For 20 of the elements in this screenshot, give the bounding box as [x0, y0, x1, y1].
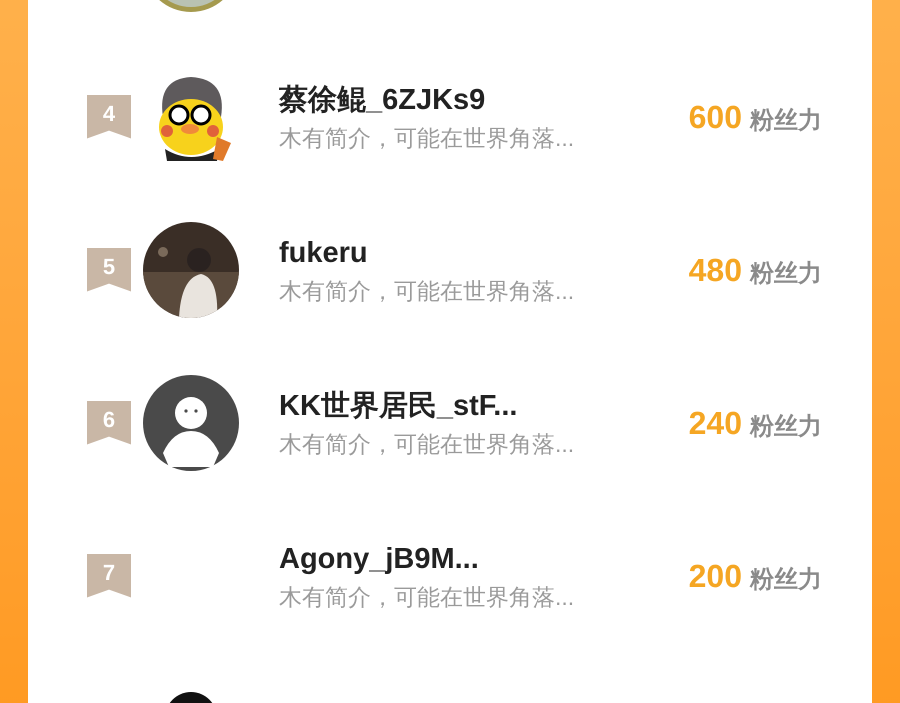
fan-score: 600: [688, 98, 742, 136]
score-unit: 粉丝力: [750, 258, 822, 288]
user-name: KK世界居民_stF...: [279, 388, 518, 424]
user-bio: 木有简介，可能在世界角落...: [279, 124, 576, 152]
score-unit: 粉丝力: [750, 412, 822, 442]
rank-badge: 6: [87, 400, 131, 444]
fan-score: 240: [688, 404, 742, 442]
user-bio: 木有简介，可能在世界角落...: [279, 430, 576, 458]
rank-badge: 4: [87, 94, 131, 138]
user-name: 蔡徐鲲_6ZJKs9: [279, 82, 486, 118]
score-unit: 粉丝力: [750, 106, 822, 136]
user-name: Agony_jB9M...: [279, 542, 480, 576]
fan-score: 480: [688, 250, 742, 290]
fan-score: 200: [688, 556, 742, 596]
user-bio: 木有简介，可能在世界角落...: [279, 582, 576, 612]
user-bio: 木有简介，可能在世界角落...: [279, 276, 576, 306]
score-unit: 粉丝力: [750, 564, 822, 594]
rank-badge: 7: [87, 554, 131, 598]
rank-badge: 5: [87, 248, 131, 292]
user-name: fukeru: [279, 236, 369, 270]
